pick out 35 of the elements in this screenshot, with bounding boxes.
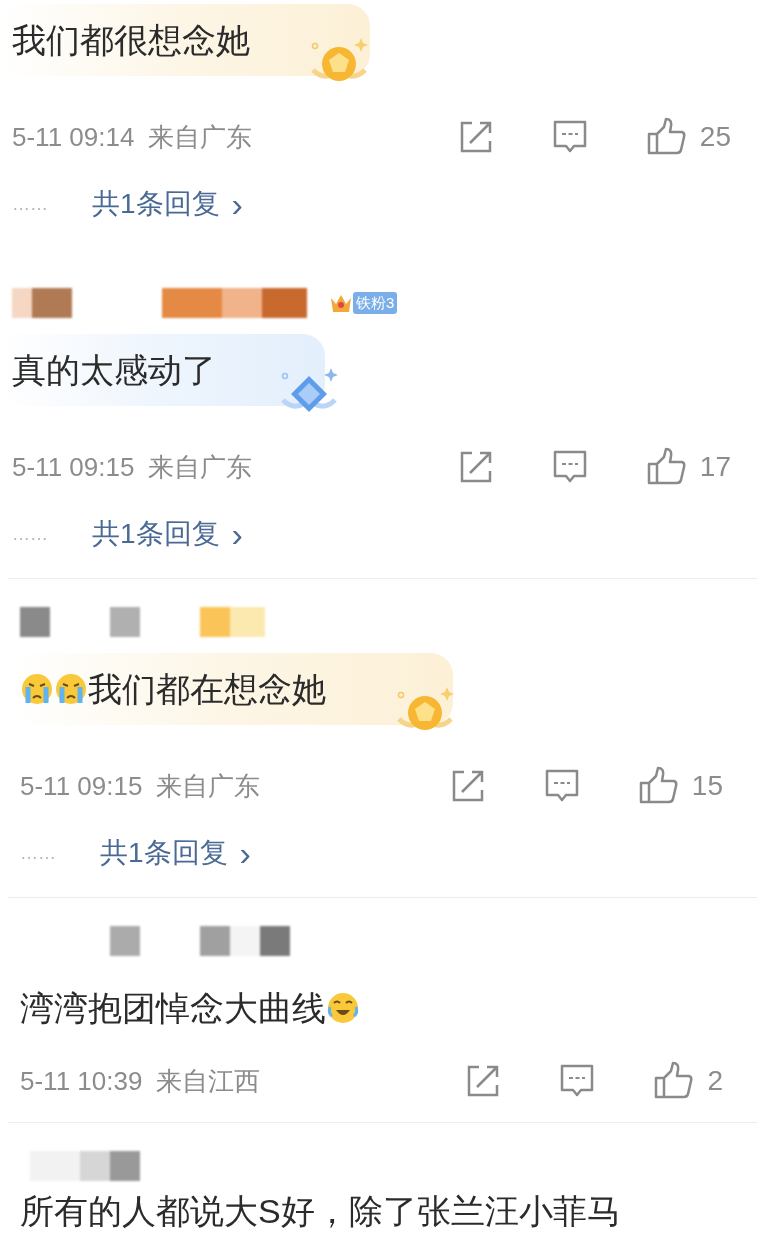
- location-text: 来自广东: [148, 120, 253, 154]
- like-count: 2: [707, 1064, 723, 1098]
- comment-icon[interactable]: [551, 119, 588, 155]
- dots-text: ……: [12, 192, 49, 216]
- dots-text: ……: [12, 522, 49, 546]
- like-count: 17: [699, 450, 731, 484]
- comment-text: 我们都在想念她: [88, 669, 326, 709]
- comment-icon[interactable]: [543, 768, 580, 804]
- timestamp: 5-11 09:14: [12, 120, 135, 154]
- crying-face-icon: [54, 672, 88, 706]
- timestamp: 5-11 10:39: [20, 1064, 143, 1098]
- comment-text: 所有的人都说大S好，除了张兰汪小菲马: [20, 1191, 621, 1231]
- replies-link[interactable]: 共1条回复 ›: [92, 513, 243, 555]
- timestamp: 5-11 09:15: [12, 450, 135, 484]
- comment-text: 我们都很想念她: [12, 20, 250, 60]
- like-count: 25: [699, 120, 731, 154]
- replies-link[interactable]: 共1条回复 ›: [100, 832, 251, 874]
- laughing-crying-face-icon: [326, 991, 360, 1025]
- comment-text: 真的太感动了: [12, 350, 216, 390]
- thumbs-up-icon[interactable]: [637, 766, 678, 806]
- timestamp: 5-11 09:15: [20, 769, 143, 803]
- comment-text: 湾湾抱团悼念大曲线: [20, 988, 326, 1028]
- location-text: 来自广东: [148, 450, 253, 484]
- crying-face-icon: [20, 672, 54, 706]
- comment-icon[interactable]: [559, 1063, 596, 1099]
- like-count: 15: [691, 769, 723, 803]
- replies-link[interactable]: 共1条回复 ›: [92, 183, 243, 225]
- location-text: 来自江西: [156, 1064, 261, 1098]
- thumbs-up-icon[interactable]: [653, 1061, 694, 1101]
- thumbs-up-icon[interactable]: [645, 117, 686, 157]
- thumbs-up-icon[interactable]: [645, 447, 686, 487]
- comment-icon[interactable]: [551, 449, 588, 485]
- dots-text: ……: [20, 841, 57, 865]
- location-text: 来自广东: [156, 769, 261, 803]
- fan-badge: 铁粉3: [353, 292, 398, 314]
